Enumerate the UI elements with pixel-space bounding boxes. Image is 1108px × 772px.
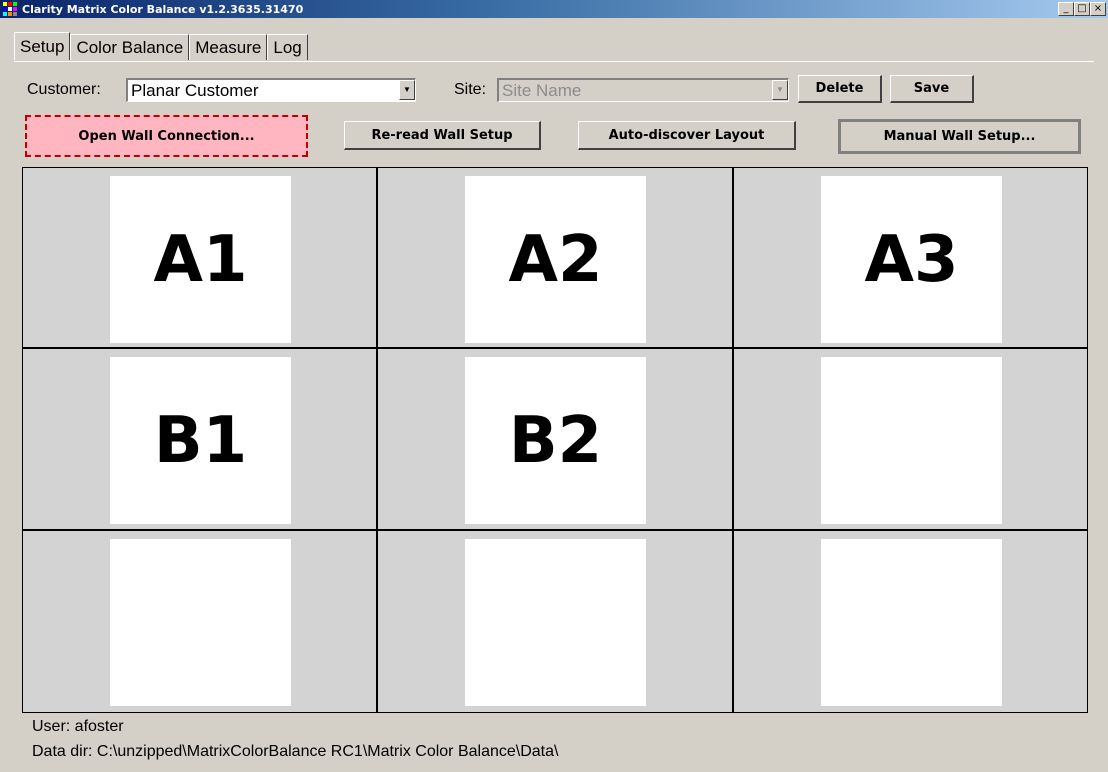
close-button[interactable]: × xyxy=(1090,2,1106,16)
wall-cell[interactable] xyxy=(734,349,1087,531)
display-panel[interactable]: A1 xyxy=(110,176,291,343)
wall-cell[interactable] xyxy=(378,531,734,712)
reread-wall-setup-button[interactable]: Re-read Wall Setup xyxy=(344,121,541,150)
tab-setup[interactable]: Setup xyxy=(14,32,71,60)
auto-discover-layout-button[interactable]: Auto-discover Layout xyxy=(578,121,796,150)
user-status: User: afoster xyxy=(32,718,124,735)
panel-label: A1 xyxy=(153,222,248,297)
chevron-down-icon[interactable]: ▼ xyxy=(772,80,788,100)
tab-measure[interactable]: Measure xyxy=(189,34,268,60)
delete-button[interactable]: Delete xyxy=(798,75,882,103)
minimize-button[interactable]: _ xyxy=(1058,2,1074,16)
display-panel[interactable]: A2 xyxy=(465,176,646,343)
window-title: Clarity Matrix Color Balance v1.2.3635.3… xyxy=(22,2,304,16)
display-panel[interactable]: B1 xyxy=(110,357,291,524)
wall-layout-grid: A1 A2 A3 B1 B2 xyxy=(22,167,1088,713)
tab-log[interactable]: Log xyxy=(267,34,308,60)
panel-label: A3 xyxy=(864,222,959,297)
wall-cell[interactable] xyxy=(23,531,378,712)
wall-cell[interactable] xyxy=(734,531,1087,712)
open-wall-connection-button[interactable]: Open Wall Connection... xyxy=(25,115,308,157)
display-panel[interactable]: B2 xyxy=(465,357,646,524)
display-panel[interactable] xyxy=(821,357,1002,524)
display-panel[interactable] xyxy=(465,539,646,706)
wall-cell[interactable]: B1 xyxy=(23,349,378,531)
wall-cell[interactable]: A3 xyxy=(734,168,1087,349)
save-button[interactable]: Save xyxy=(890,75,974,103)
customer-label: Customer: xyxy=(27,81,101,98)
window-controls: _ □ × xyxy=(1058,2,1106,16)
data-dir-status: Data dir: C:\unzipped\MatrixColorBalance… xyxy=(32,743,559,760)
manual-wall-setup-button[interactable]: Manual Wall Setup... xyxy=(838,119,1081,154)
customer-value: Planar Customer xyxy=(131,81,259,100)
wall-cell[interactable]: A2 xyxy=(378,168,734,349)
site-dropdown[interactable]: Site Name ▼ xyxy=(497,78,789,102)
tab-strip: Setup Color Balance Measure Log xyxy=(14,32,308,62)
chevron-down-icon[interactable]: ▼ xyxy=(399,80,415,100)
title-bar[interactable]: Clarity Matrix Color Balance v1.2.3635.3… xyxy=(0,0,1108,18)
wall-cell[interactable]: B2 xyxy=(378,349,734,531)
site-label: Site: xyxy=(454,81,487,98)
wall-cell[interactable]: A1 xyxy=(23,168,378,349)
site-value: Site Name xyxy=(502,81,582,100)
app-grid-icon[interactable] xyxy=(3,2,19,16)
display-panel[interactable] xyxy=(821,539,1002,706)
panel-label: B1 xyxy=(153,403,248,478)
tab-color-balance[interactable]: Color Balance xyxy=(70,34,190,60)
panel-label: B2 xyxy=(508,403,603,478)
display-panel[interactable]: A3 xyxy=(821,176,1002,343)
tab-divider xyxy=(14,61,1094,62)
display-panel[interactable] xyxy=(110,539,291,706)
maximize-button[interactable]: □ xyxy=(1074,2,1090,16)
panel-label: A2 xyxy=(508,222,603,297)
customer-dropdown[interactable]: Planar Customer ▼ xyxy=(126,78,416,102)
